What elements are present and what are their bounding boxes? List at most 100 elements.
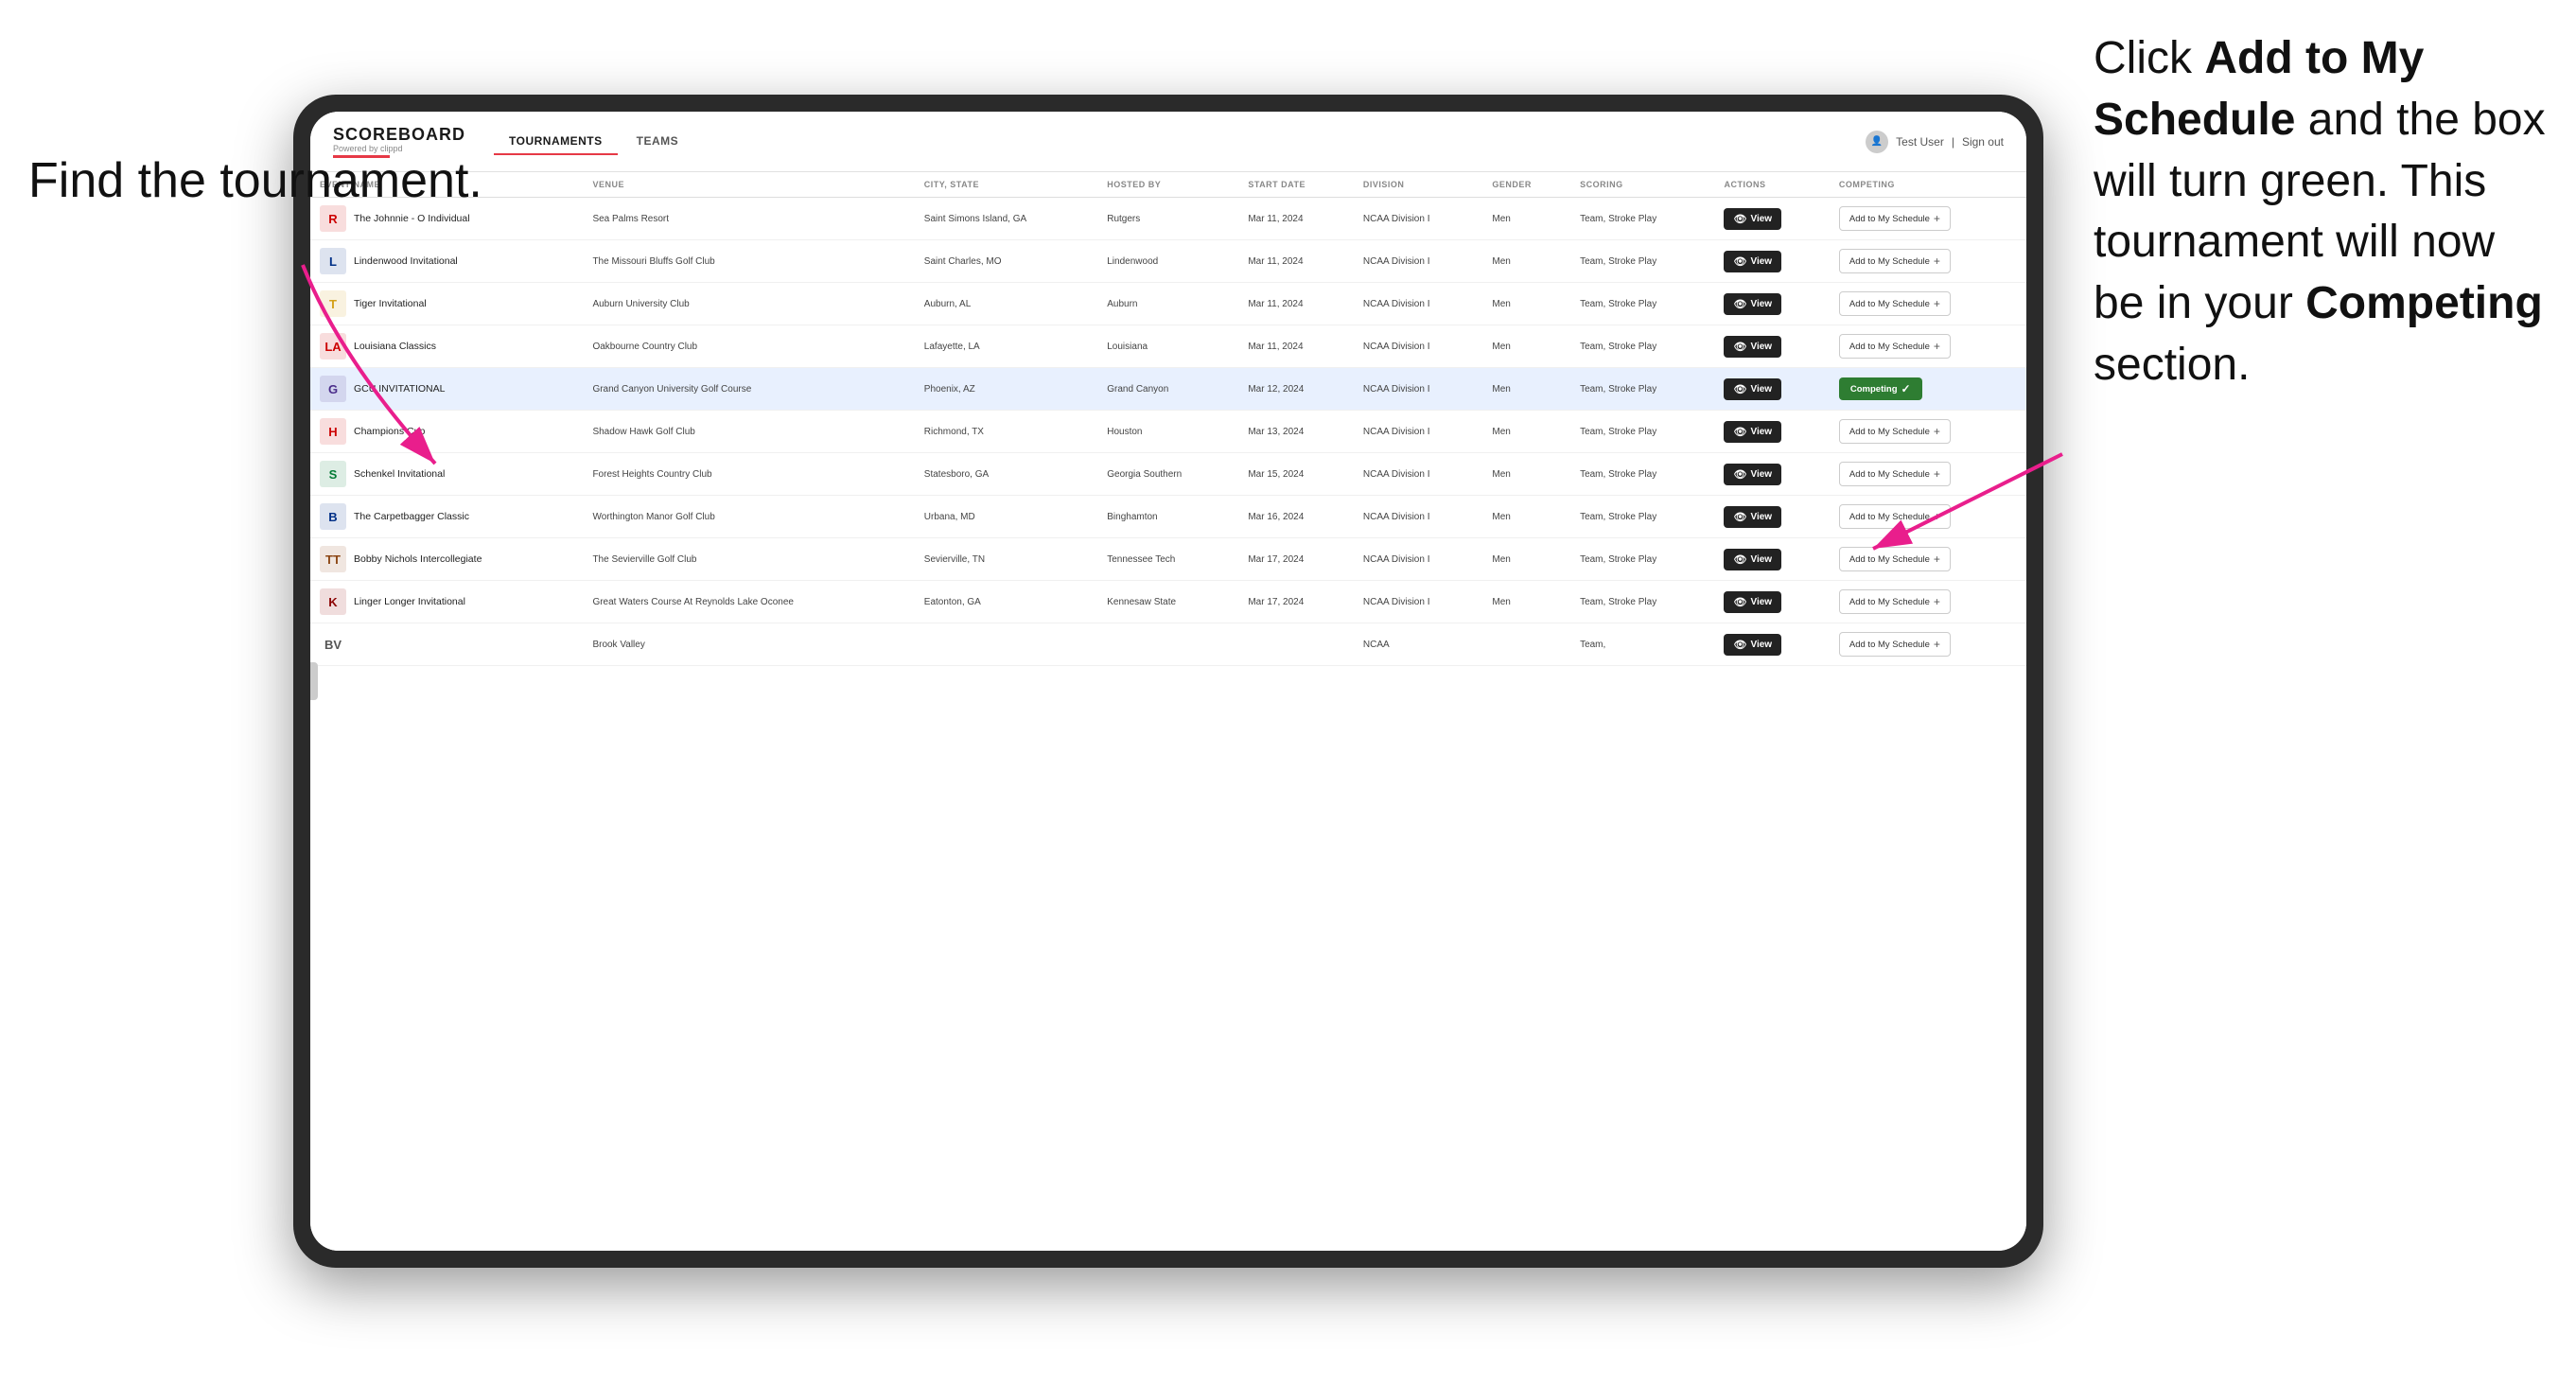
actions-cell: 👁 View	[1714, 368, 1829, 411]
table-row: LA Louisiana Classics Oakbourne Country …	[310, 325, 2026, 368]
add-schedule-label: Add to My Schedule	[1849, 299, 1930, 309]
cell-hosted-by: Houston	[1097, 411, 1238, 453]
cell-city-state: Saint Simons Island, GA	[915, 198, 1097, 240]
cell-city-state	[915, 623, 1097, 666]
nav-right: 👤 Test User | Sign out	[1866, 131, 2004, 153]
add-to-schedule-button[interactable]: Add to My Schedule +	[1839, 632, 1951, 657]
team-logo: S	[320, 461, 346, 487]
eye-icon: 👁	[1733, 553, 1746, 566]
event-name-text: The Carpetbagger Classic	[354, 511, 469, 522]
view-button[interactable]: 👁 View	[1724, 208, 1781, 230]
view-button[interactable]: 👁 View	[1724, 634, 1781, 656]
cell-gender: Men	[1482, 538, 1570, 581]
cell-city-state: Saint Charles, MO	[915, 240, 1097, 283]
team-logo: TT	[320, 546, 346, 572]
sign-out-link[interactable]: Sign out	[1962, 135, 2004, 149]
cell-venue: Oakbourne Country Club	[583, 325, 914, 368]
add-to-schedule-button[interactable]: Add to My Schedule +	[1839, 419, 1951, 444]
view-button[interactable]: 👁 View	[1724, 421, 1781, 443]
team-logo: BV	[320, 631, 346, 658]
add-to-schedule-button[interactable]: Add to My Schedule +	[1839, 589, 1951, 614]
table-container: EVENT NAME VENUE CITY, STATE HOSTED BY S…	[310, 172, 2026, 1251]
cell-venue: Brook Valley	[583, 623, 914, 666]
competing-cell: Add to My Schedule +	[1830, 283, 2026, 325]
add-schedule-label: Add to My Schedule	[1849, 512, 1930, 522]
nav-tabs: TOURNAMENTS TEAMS	[494, 129, 1866, 155]
cell-start-date: Mar 15, 2024	[1238, 453, 1354, 496]
add-to-schedule-button[interactable]: Add to My Schedule +	[1839, 334, 1951, 359]
competing-cell: Add to My Schedule +	[1830, 325, 2026, 368]
view-button[interactable]: 👁 View	[1724, 293, 1781, 315]
cell-scoring: Team, Stroke Play	[1570, 283, 1714, 325]
plus-icon: +	[1934, 340, 1940, 353]
add-to-schedule-button[interactable]: Add to My Schedule +	[1839, 547, 1951, 571]
view-button[interactable]: 👁 View	[1724, 378, 1781, 400]
col-venue: VENUE	[583, 172, 914, 198]
col-city-state: CITY, STATE	[915, 172, 1097, 198]
event-name-text: Schenkel Invitational	[354, 468, 445, 480]
cell-hosted-by: Rutgers	[1097, 198, 1238, 240]
competing-label: Competing	[1850, 384, 1898, 395]
view-button[interactable]: 👁 View	[1724, 506, 1781, 528]
add-to-schedule-button[interactable]: Add to My Schedule +	[1839, 206, 1951, 231]
add-to-schedule-button[interactable]: Add to My Schedule +	[1839, 249, 1951, 273]
competing-cell: Add to My Schedule +	[1830, 453, 2026, 496]
eye-icon: 👁	[1733, 468, 1746, 481]
event-name-cell: L Lindenwood Invitational	[310, 240, 583, 283]
plus-icon: +	[1934, 595, 1940, 608]
cell-city-state: Richmond, TX	[915, 411, 1097, 453]
cell-venue: Auburn University Club	[583, 283, 914, 325]
table-row: BV Brook ValleyNCAATeam, 👁 View Add to M…	[310, 623, 2026, 666]
cell-scoring: Team, Stroke Play	[1570, 453, 1714, 496]
cell-hosted-by: Binghamton	[1097, 496, 1238, 538]
nav-bar: SCOREBOARD Powered by clippd TOURNAMENTS…	[310, 112, 2026, 172]
cell-hosted-by: Tennessee Tech	[1097, 538, 1238, 581]
event-name-text: The Johnnie - O Individual	[354, 213, 470, 224]
actions-cell: 👁 View	[1714, 283, 1829, 325]
cell-hosted-by: Louisiana	[1097, 325, 1238, 368]
cell-hosted-by: Georgia Southern	[1097, 453, 1238, 496]
col-scoring: SCORING	[1570, 172, 1714, 198]
plus-icon: +	[1934, 425, 1940, 438]
cell-venue: Sea Palms Resort	[583, 198, 914, 240]
plus-icon: +	[1934, 467, 1940, 481]
view-button[interactable]: 👁 View	[1724, 549, 1781, 570]
cell-start-date: Mar 13, 2024	[1238, 411, 1354, 453]
cell-city-state: Lafayette, LA	[915, 325, 1097, 368]
competing-button[interactable]: Competing ✓	[1839, 377, 1922, 400]
actions-cell: 👁 View	[1714, 623, 1829, 666]
event-name-text: GCU INVITATIONAL	[354, 383, 445, 395]
plus-icon: +	[1934, 297, 1940, 310]
view-button[interactable]: 👁 View	[1724, 336, 1781, 358]
view-button[interactable]: 👁 View	[1724, 464, 1781, 485]
tablet-device: SCOREBOARD Powered by clippd TOURNAMENTS…	[293, 95, 2043, 1268]
competing-cell: Add to My Schedule +	[1830, 623, 2026, 666]
eye-icon: 👁	[1733, 298, 1746, 310]
actions-cell: 👁 View	[1714, 581, 1829, 623]
tournaments-table: EVENT NAME VENUE CITY, STATE HOSTED BY S…	[310, 172, 2026, 666]
competing-cell: Add to My Schedule +	[1830, 538, 2026, 581]
cell-start-date: Mar 12, 2024	[1238, 368, 1354, 411]
tab-tournaments[interactable]: TOURNAMENTS	[494, 129, 618, 155]
tab-teams[interactable]: TEAMS	[622, 129, 694, 155]
add-to-schedule-button[interactable]: Add to My Schedule +	[1839, 504, 1951, 529]
cell-venue: The Sevierville Golf Club	[583, 538, 914, 581]
table-row: T Tiger Invitational Auburn University C…	[310, 283, 2026, 325]
add-schedule-label: Add to My Schedule	[1849, 597, 1930, 607]
cell-venue: The Missouri Bluffs Golf Club	[583, 240, 914, 283]
event-name-cell: K Linger Longer Invitational	[310, 581, 583, 623]
add-to-schedule-button[interactable]: Add to My Schedule +	[1839, 291, 1951, 316]
table-row: L Lindenwood Invitational The Missouri B…	[310, 240, 2026, 283]
view-button[interactable]: 👁 View	[1724, 251, 1781, 272]
cell-gender: Men	[1482, 198, 1570, 240]
cell-hosted-by: Kennesaw State	[1097, 581, 1238, 623]
screen-content: SCOREBOARD Powered by clippd TOURNAMENTS…	[310, 112, 2026, 1251]
table-header-row: EVENT NAME VENUE CITY, STATE HOSTED BY S…	[310, 172, 2026, 198]
cell-scoring: Team, Stroke Play	[1570, 368, 1714, 411]
cell-city-state: Auburn, AL	[915, 283, 1097, 325]
add-to-schedule-button[interactable]: Add to My Schedule +	[1839, 462, 1951, 486]
separator: |	[1952, 135, 1954, 149]
view-button[interactable]: 👁 View	[1724, 591, 1781, 613]
actions-cell: 👁 View	[1714, 538, 1829, 581]
table-row: K Linger Longer Invitational Great Water…	[310, 581, 2026, 623]
